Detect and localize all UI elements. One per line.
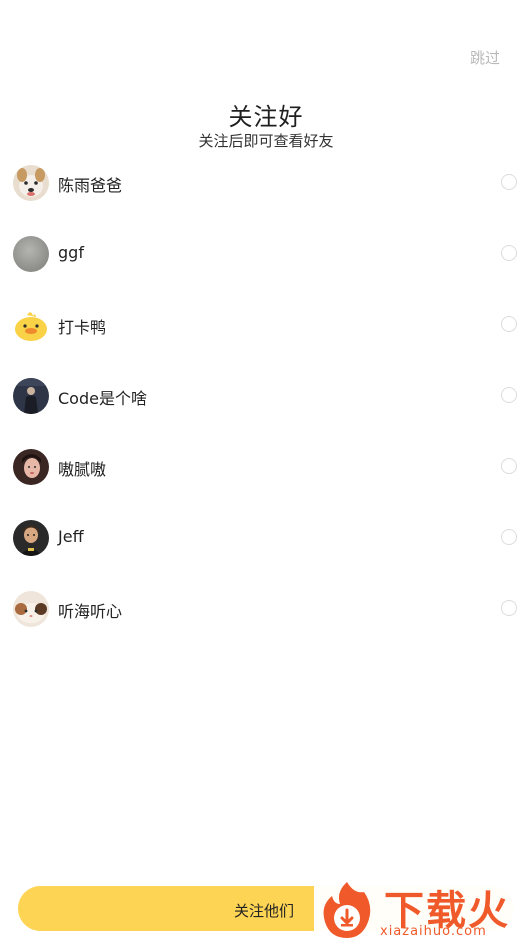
friend-name: 嗷腻嗷 (58, 460, 107, 479)
friend-name: ggf (58, 243, 84, 262)
avatar-boy (13, 520, 49, 556)
fire-logo-icon (323, 882, 371, 938)
select-radio[interactable] (501, 387, 517, 403)
avatar-gray (13, 236, 49, 272)
friend-row-chenyubaba[interactable]: 陈雨爸爸 (0, 163, 532, 234)
friend-name: 陈雨爸爸 (58, 176, 123, 195)
select-radio[interactable] (501, 245, 517, 261)
watermark: 下载火 xiazaihuo.com (314, 876, 532, 944)
friend-name: 听海听心 (58, 602, 123, 621)
select-radio[interactable] (501, 600, 517, 616)
friend-row-dakaya[interactable]: 打卡鸭 (0, 305, 532, 376)
avatar-person-dark (13, 378, 49, 414)
friend-row-aoniao[interactable]: 嗷腻嗷 (0, 447, 532, 518)
friend-name: Code是个啥 (58, 389, 147, 408)
select-radio[interactable] (501, 458, 517, 474)
friend-row-code[interactable]: Code是个啥 (0, 376, 532, 447)
avatar-girl (13, 449, 49, 485)
friend-row-ggf[interactable]: ggf (0, 234, 532, 305)
friend-row-jeff[interactable]: Jeff (0, 518, 532, 589)
select-radio[interactable] (501, 174, 517, 190)
follow-them-label: 关注他们 (234, 902, 295, 920)
select-radio[interactable] (501, 316, 517, 332)
avatar-duck (13, 307, 49, 343)
friend-name: Jeff (58, 527, 84, 546)
select-radio[interactable] (501, 529, 517, 545)
friend-row-tinghai[interactable]: 听海听心 (0, 589, 532, 660)
avatar-dog (13, 165, 49, 201)
page-subtitle: 关注后即可查看好友 (198, 132, 334, 150)
friend-name: 打卡鸭 (58, 318, 107, 337)
avatar-cat (13, 591, 49, 627)
page-title: 关注好 (228, 103, 304, 131)
watermark-url: xiazaihuo.com (380, 924, 487, 939)
skip-button[interactable]: 跳过 (470, 47, 500, 68)
friend-list: 陈雨爸爸 ggf 打卡鸭 Code是个啥 嗷腻嗷 Jeff 听海听心 (0, 163, 532, 660)
